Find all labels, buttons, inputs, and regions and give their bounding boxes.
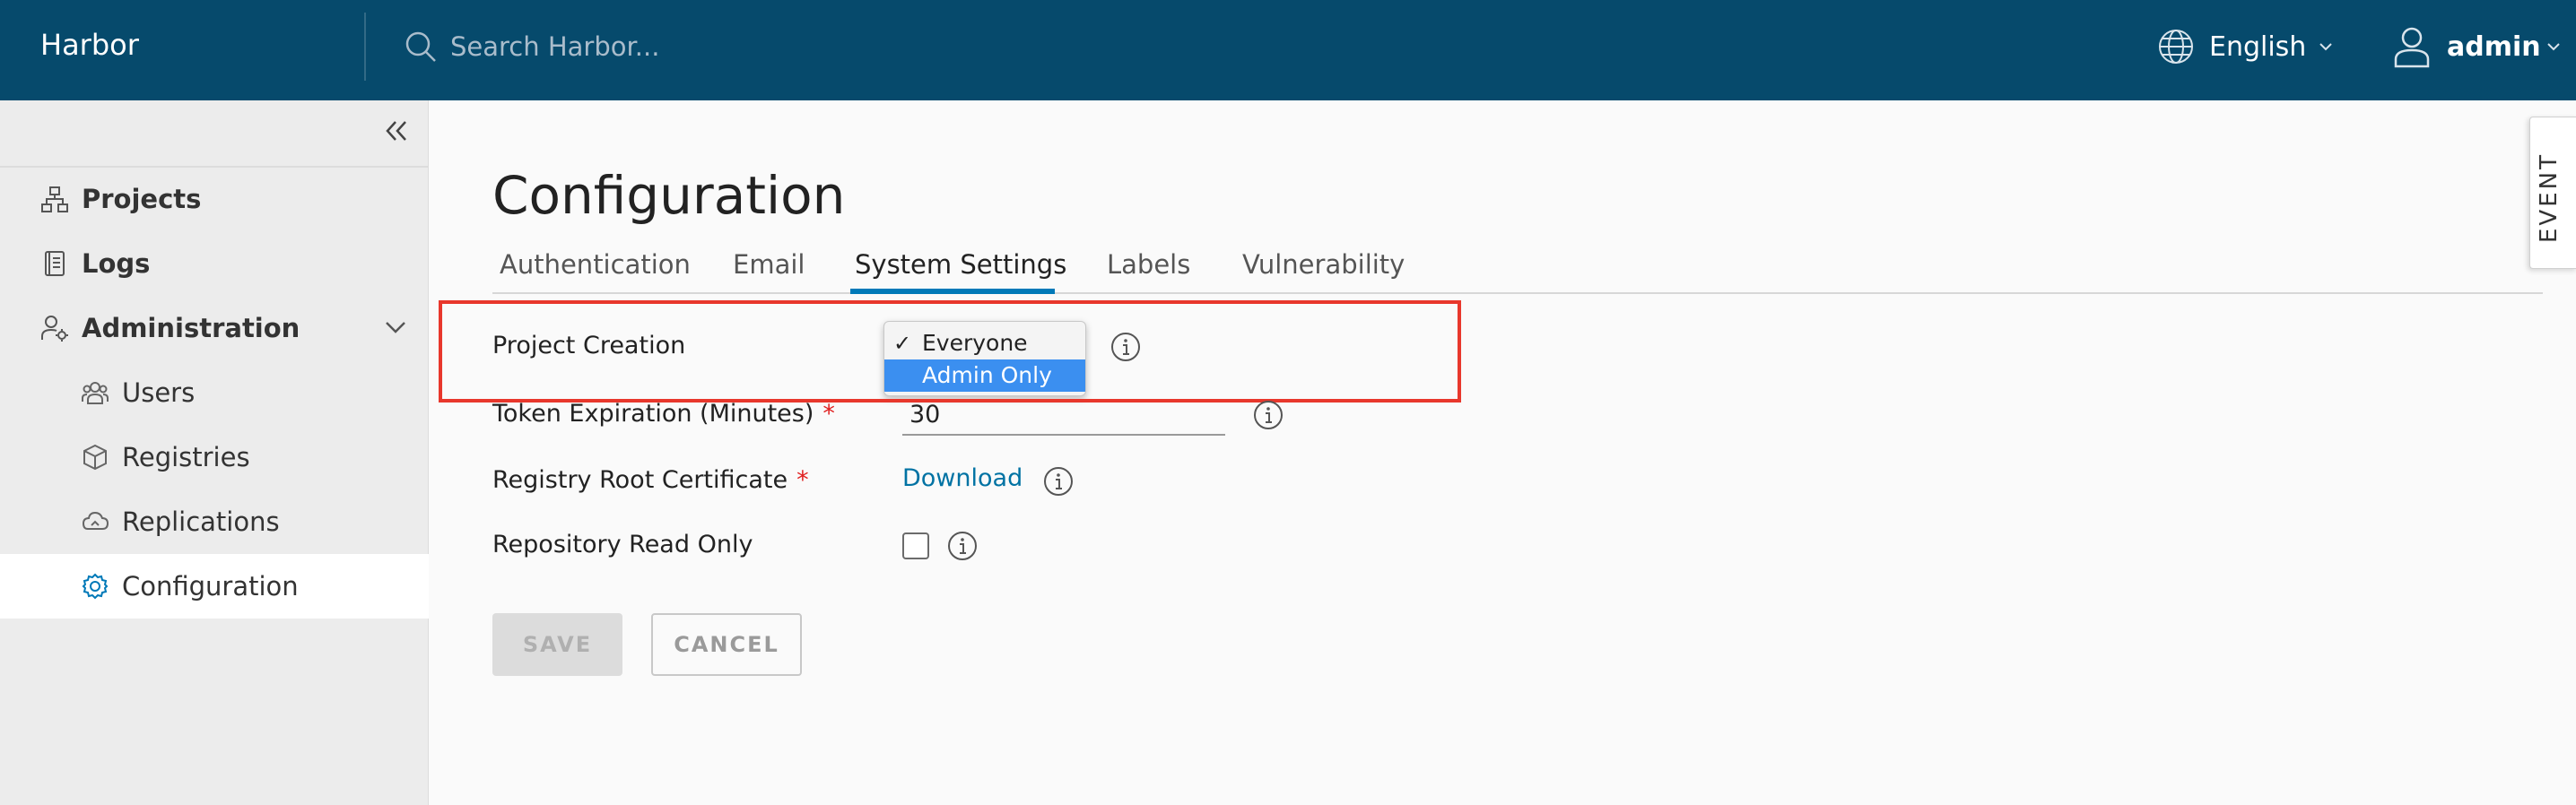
collapse-sidebar-icon[interactable]: [382, 117, 411, 145]
repository-read-only-checkbox[interactable]: [902, 532, 929, 559]
page-title: Configuration: [492, 165, 846, 226]
required-marker: *: [822, 400, 835, 428]
registry-root-cert-label: Registry Root Certificate *: [492, 466, 809, 494]
gear-icon: [82, 573, 109, 600]
event-side-tab[interactable]: EVENT: [2529, 117, 2576, 269]
sidebar-item-label: Configuration: [122, 571, 299, 602]
info-icon[interactable]: [1043, 466, 1074, 497]
sidebar-item-logs[interactable]: Logs: [0, 231, 429, 296]
projects-icon: [41, 186, 68, 212]
tab-system-settings[interactable]: System Settings: [855, 249, 1066, 294]
sidebar-item-configuration[interactable]: Configuration: [0, 554, 429, 619]
highlight-box: [439, 300, 1461, 402]
sidebar-item-label: Projects: [82, 184, 202, 214]
sidebar: Projects Logs Administration Users Regis…: [0, 100, 429, 805]
language-label: English: [2209, 30, 2307, 63]
header-divider: [364, 13, 366, 81]
sidebar-item-label: Users: [122, 377, 196, 408]
global-search[interactable]: [404, 25, 1031, 68]
brand-title[interactable]: Harbor: [40, 0, 139, 90]
sidebar-item-label: Logs: [82, 248, 151, 279]
sidebar-item-users[interactable]: Users: [0, 360, 429, 425]
administration-icon: [41, 316, 68, 342]
users-icon: [82, 382, 109, 404]
active-tab-indicator: [850, 289, 1055, 294]
sidebar-item-label: Replications: [122, 506, 280, 537]
info-icon[interactable]: [1253, 400, 1284, 430]
chevron-down-icon: [2546, 43, 2560, 51]
required-marker: *: [796, 466, 809, 494]
token-expiration-label: Token Expiration (Minutes) *: [492, 400, 835, 428]
search-input[interactable]: [450, 31, 899, 62]
top-header: Harbor English admin: [0, 0, 2576, 100]
sidebar-item-label: Registries: [122, 442, 250, 472]
repository-read-only-label: Repository Read Only: [492, 531, 753, 558]
search-icon: [405, 31, 436, 62]
tab-labels[interactable]: Labels: [1107, 249, 1190, 294]
sidebar-item-projects[interactable]: Projects: [0, 167, 429, 231]
cancel-button[interactable]: CANCEL: [651, 613, 802, 676]
download-link[interactable]: Download: [902, 464, 1023, 492]
sidebar-item-registries[interactable]: Registries: [0, 425, 429, 489]
user-icon: [2394, 27, 2430, 68]
registries-icon: [83, 444, 107, 471]
sidebar-item-replications[interactable]: Replications: [0, 489, 429, 554]
tab-email[interactable]: Email: [733, 249, 805, 294]
event-tab-label: EVENT: [2536, 152, 2563, 243]
username: admin: [2447, 30, 2541, 63]
token-expiration-text: Token Expiration (Minutes): [492, 400, 814, 428]
language-selector[interactable]: English: [2157, 25, 2333, 68]
tab-authentication[interactable]: Authentication: [500, 249, 691, 294]
sidebar-item-administration[interactable]: Administration: [0, 296, 429, 360]
config-tabs: Authentication Email System Settings Lab…: [492, 244, 2543, 294]
save-button[interactable]: SAVE: [492, 613, 622, 676]
logs-icon: [45, 251, 65, 276]
globe-icon: [2159, 30, 2193, 64]
chevron-down-icon[interactable]: [384, 319, 407, 335]
info-icon[interactable]: [947, 531, 978, 561]
token-expiration-input[interactable]: [902, 394, 1225, 436]
user-menu[interactable]: admin: [2393, 25, 2561, 68]
sidebar-item-label: Administration: [82, 313, 300, 343]
replications-icon: [82, 511, 109, 530]
registry-root-cert-text: Registry Root Certificate: [492, 466, 788, 494]
tab-vulnerability[interactable]: Vulnerability: [1242, 249, 1405, 294]
chevron-down-icon: [2319, 43, 2333, 51]
